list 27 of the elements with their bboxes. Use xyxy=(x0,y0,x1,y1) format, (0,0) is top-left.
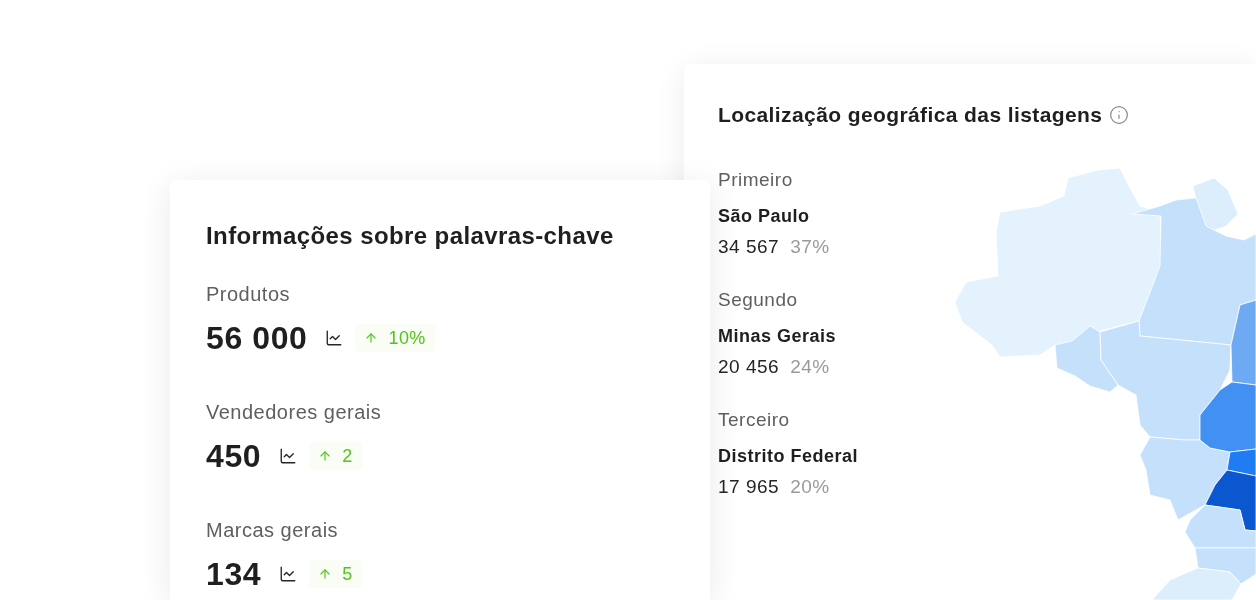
metric-label: Vendedores gerais xyxy=(206,400,382,424)
info-icon[interactable] xyxy=(1109,104,1130,125)
region-name: São Paulo xyxy=(718,205,810,228)
metric-label: Produtos xyxy=(206,282,291,306)
card-title: Informações sobre palavras-chave xyxy=(206,221,614,251)
listing-count: 34 567 xyxy=(718,235,780,259)
listing-count: 20 456 xyxy=(718,355,780,379)
rank-label: Terceiro xyxy=(718,408,790,432)
region-name: Distrito Federal xyxy=(718,445,859,468)
line-chart-icon[interactable] xyxy=(325,329,344,347)
listing-share: 37% xyxy=(790,235,830,259)
metric-label: Marcas gerais xyxy=(206,518,339,542)
change-badge: 10% xyxy=(355,324,435,352)
line-chart-icon[interactable] xyxy=(279,565,298,583)
line-chart-icon[interactable] xyxy=(279,447,298,465)
rank-label: Segundo xyxy=(718,288,798,312)
listing-share: 20% xyxy=(790,475,830,499)
region-name: Minas Gerais xyxy=(718,325,837,348)
listing-share: 24% xyxy=(790,355,830,379)
metric-value: 450 xyxy=(206,437,262,476)
rank-label: Primeiro xyxy=(718,168,793,192)
listing-count: 17 965 xyxy=(718,475,780,499)
change-badge: 2 xyxy=(309,442,362,470)
change-badge: 5 xyxy=(309,560,362,588)
card-title: Localização geográfica das listagens xyxy=(718,102,1103,128)
metric-value: 134 xyxy=(206,555,262,594)
metric-value: 56 000 xyxy=(206,319,308,358)
